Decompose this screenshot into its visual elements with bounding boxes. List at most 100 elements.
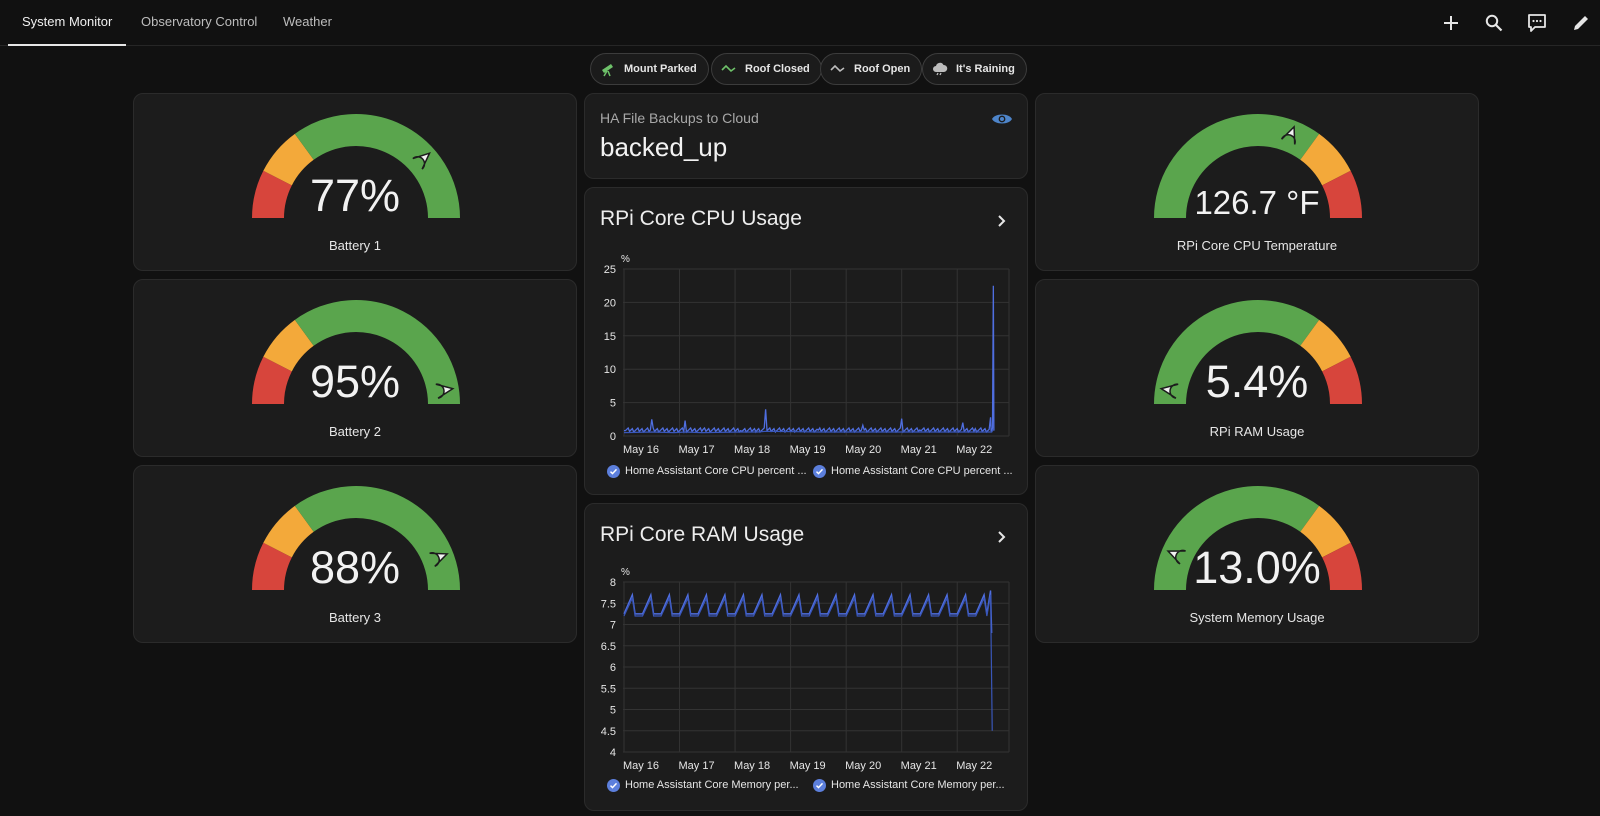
chip-roof-closed[interactable]: Roof Closed — [711, 53, 822, 85]
chevron-right-icon — [998, 215, 1006, 227]
tab-observatory-control[interactable]: Observatory Control — [141, 0, 257, 46]
gauge-card-rpi-ram[interactable]: 5.4% RPi RAM Usage — [1035, 279, 1479, 457]
entity-name: HA File Backups to Cloud — [600, 110, 759, 126]
gauge-value: 88% — [309, 542, 401, 593]
active-tab-indicator — [8, 44, 126, 46]
tab-system-monitor[interactable]: System Monitor — [22, 0, 112, 46]
add-button[interactable] — [1436, 8, 1466, 38]
x-tick-label: May 19 — [790, 444, 826, 456]
plus-icon — [1444, 16, 1458, 30]
legend-item[interactable]: Home Assistant Core CPU percent ... — [813, 463, 1013, 479]
chip-roof-open[interactable]: Roof Open — [820, 53, 923, 85]
assist-button[interactable] — [1522, 8, 1552, 38]
telescope-icon — [602, 64, 613, 77]
graph-card-cpu-usage[interactable]: RPi Core CPU Usage % 0 5 10 15 20 25 May 16 May … — [584, 187, 1028, 495]
check-circle-icon — [813, 778, 826, 792]
y-tick-label: 4.5 — [601, 726, 616, 738]
graph-card-ram-usage[interactable]: RPi Core RAM Usage % 4 4.5 5 5.5 6 6.5 7 7.5 8 May… — [584, 503, 1028, 811]
eye-icon — [992, 114, 1012, 124]
y-tick-label: 7.5 — [601, 598, 616, 610]
gauge-value: 5.4% — [1205, 356, 1309, 407]
legend-label: Home Assistant Core CPU percent ... — [625, 465, 807, 477]
search-icon — [1485, 14, 1503, 32]
chip-label: Roof Open — [854, 63, 911, 75]
assist-chat-icon — [1528, 14, 1546, 32]
entity-card-backups[interactable]: HA File Backups to Cloud backed_up — [584, 93, 1028, 179]
legend-item[interactable]: Home Assistant Core Memory per... — [607, 777, 799, 793]
chip-label: Mount Parked — [624, 63, 697, 75]
graph-title: RPi Core CPU Usage — [600, 207, 802, 230]
chevron-right-icon — [998, 531, 1006, 543]
cpu-usage-chart: % 0 5 10 15 20 25 May 16 May 17 May 18 May 19 May 2… — [604, 254, 1010, 456]
y-tick-label: 8 — [610, 577, 616, 589]
y-tick-label: 15 — [604, 331, 616, 343]
y-unit-label: % — [621, 567, 630, 578]
check-circle-icon — [607, 464, 620, 478]
y-tick-label: 0 — [610, 431, 616, 443]
legend-label: Home Assistant Core CPU percent ... — [831, 465, 1013, 477]
gauge-card-system-memory[interactable]: 13.0% System Memory Usage — [1035, 465, 1479, 643]
roof-closed-icon — [721, 64, 736, 73]
gauge-value: 95% — [309, 356, 401, 407]
gauge-name: RPi RAM Usage — [1209, 424, 1305, 439]
ram-usage-chart: % 4 4.5 5 5.5 6 6.5 7 7.5 8 May 16 May 17 May 18 May … — [601, 567, 1010, 772]
gauge-name: Battery 1 — [328, 238, 382, 253]
x-tick-label: May 21 — [901, 760, 937, 772]
chip-mount-parked[interactable]: Mount Parked — [590, 53, 709, 85]
x-tick-label: May 19 — [790, 760, 826, 772]
y-tick-label: 7 — [610, 620, 616, 632]
gauge-name: System Memory Usage — [1189, 610, 1325, 625]
gauge-name: Battery 3 — [328, 610, 382, 625]
gauge-value: 13.0% — [1193, 542, 1321, 593]
x-tick-label: May 22 — [956, 760, 992, 772]
gauge-card-cpu-temperature[interactable]: 126.7 °F RPi Core CPU Temperature — [1035, 93, 1479, 271]
x-tick-label: May 17 — [679, 444, 715, 456]
edit-dashboard-button[interactable] — [1566, 8, 1596, 38]
y-tick-label: 5 — [610, 398, 616, 410]
y-tick-label: 5 — [610, 705, 616, 717]
gauge-value: 77% — [309, 170, 401, 221]
gauge-card-battery-3[interactable]: 88% Battery 3 — [133, 465, 577, 643]
gauge-card-battery-1[interactable]: 77% Battery 1 — [133, 93, 577, 271]
gauge-card-battery-2[interactable]: 95% Battery 2 — [133, 279, 577, 457]
chip-label: It's Raining — [956, 63, 1015, 75]
chip-its-raining[interactable]: It's Raining — [922, 53, 1027, 85]
x-tick-label: May 17 — [679, 760, 715, 772]
entity-state: backed_up — [600, 132, 728, 162]
legend-label: Home Assistant Core Memory per... — [625, 779, 799, 791]
legend-item[interactable]: Home Assistant Core CPU percent ... — [607, 463, 807, 479]
y-tick-label: 10 — [604, 364, 616, 376]
legend-item[interactable]: Home Assistant Core Memory per... — [813, 777, 1005, 793]
x-tick-label: May 16 — [623, 444, 659, 456]
y-tick-label: 25 — [604, 264, 616, 276]
x-tick-label: May 18 — [734, 760, 770, 772]
gauge-name: Battery 2 — [328, 424, 382, 439]
top-app-bar: System Monitor Observatory Control Weath… — [0, 0, 1600, 46]
pencil-icon — [1574, 16, 1588, 30]
tab-weather[interactable]: Weather — [283, 0, 332, 46]
y-unit-label: % — [621, 254, 630, 265]
y-tick-label: 6.5 — [601, 641, 616, 653]
legend-label: Home Assistant Core Memory per... — [831, 779, 1005, 791]
check-circle-icon — [813, 464, 826, 478]
chip-label: Roof Closed — [745, 63, 810, 75]
x-tick-label: May 22 — [956, 444, 992, 456]
roof-open-icon — [830, 64, 845, 73]
graph-title: RPi Core RAM Usage — [600, 523, 805, 546]
cloud-rain-icon — [933, 62, 948, 76]
search-button[interactable] — [1479, 8, 1509, 38]
gauge-value: 126.7 °F — [1194, 184, 1320, 221]
x-tick-label: May 20 — [845, 760, 881, 772]
gauge-name: RPi Core CPU Temperature — [1176, 238, 1338, 253]
y-tick-label: 6 — [610, 662, 616, 674]
check-circle-icon — [607, 778, 620, 792]
more-info-button[interactable] — [991, 210, 1013, 232]
x-tick-label: May 16 — [623, 760, 659, 772]
more-info-button[interactable] — [991, 526, 1013, 548]
y-tick-label: 20 — [604, 297, 616, 309]
y-tick-label: 5.5 — [601, 683, 616, 695]
y-tick-label: 4 — [610, 747, 616, 759]
x-tick-label: May 21 — [901, 444, 937, 456]
x-tick-label: May 20 — [845, 444, 881, 456]
x-tick-label: May 18 — [734, 444, 770, 456]
